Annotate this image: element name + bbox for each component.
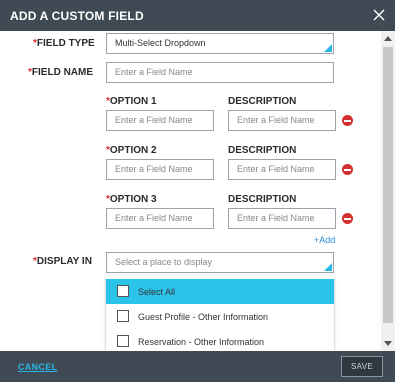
option-3-label: *OPTION 3 [106,194,157,205]
option-1-label: *OPTION 1 [106,96,157,107]
option-1-input[interactable]: Enter a Field Name [106,110,214,131]
display-in-label: *DISPLAY IN [33,256,92,267]
option-3-description-label: DESCRIPTION [228,194,297,205]
checkbox[interactable] [117,335,129,347]
display-in-dropdown-list: Select All Guest Profile - Other Informa… [106,276,334,351]
option-3-description-input[interactable]: Enter a Field Name [228,208,336,229]
field-type-select[interactable]: Multi-Select Dropdown [106,33,334,54]
save-button[interactable]: SAVE [341,356,383,377]
remove-option-3-icon[interactable] [342,213,353,224]
display-in-select[interactable]: Select a place to display [106,252,334,273]
dropdown-indicator-icon [324,263,332,271]
add-option-link[interactable]: +Add [314,235,335,245]
field-type-label: *FIELD TYPE [33,38,95,49]
dialog-header: ADD A CUSTOM FIELD [0,0,395,31]
option-2-input[interactable]: Enter a Field Name [106,159,214,180]
checkbox[interactable] [117,285,129,297]
remove-option-1-icon[interactable] [342,115,353,126]
option-2-description-input[interactable]: Enter a Field Name [228,159,336,180]
field-name-input[interactable]: Enter a Field Name [106,62,334,83]
dropdown-option-select-all[interactable]: Select All [106,279,334,304]
remove-option-2-icon[interactable] [342,164,353,175]
dropdown-option-reservation[interactable]: Reservation - Other Information [106,329,334,351]
dropdown-option-guest-profile[interactable]: Guest Profile - Other Information [106,304,334,329]
dialog-title: ADD A CUSTOM FIELD [10,9,144,23]
field-name-label: *FIELD NAME [28,67,94,78]
close-icon[interactable] [372,8,386,22]
checkbox[interactable] [117,310,129,322]
option-3-input[interactable]: Enter a Field Name [106,208,214,229]
dialog-footer: CANCEL SAVE [0,351,395,382]
cancel-button[interactable]: CANCEL [18,362,57,372]
option-2-label: *OPTION 2 [106,145,157,156]
option-1-description-input[interactable]: Enter a Field Name [228,110,336,131]
scrollbar-thumb[interactable] [383,47,393,323]
dropdown-indicator-icon [324,44,332,52]
option-2-description-label: DESCRIPTION [228,145,297,156]
option-1-description-label: DESCRIPTION [228,96,297,107]
scroll-up-arrow-icon[interactable] [384,36,392,41]
scroll-down-arrow-icon[interactable] [384,341,392,346]
